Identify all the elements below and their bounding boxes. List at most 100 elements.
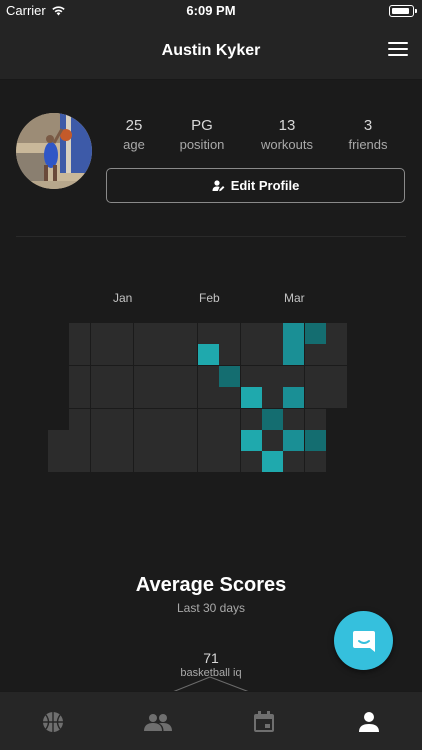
chat-button[interactable] <box>334 611 393 670</box>
heatmap-cell <box>155 430 176 451</box>
heatmap-cell <box>69 365 91 387</box>
heatmap-cell <box>112 344 134 366</box>
heatmap-cell <box>304 365 326 387</box>
heatmap-cell <box>133 451 155 473</box>
status-time: 6:09 PM <box>186 3 236 18</box>
heatmap-cell <box>155 451 176 473</box>
heatmap-cell <box>283 408 305 430</box>
tab-calendar[interactable] <box>211 692 316 750</box>
heatmap-cell <box>112 430 134 451</box>
heatmap-cell <box>90 408 112 430</box>
heatmap-cell <box>155 387 176 409</box>
stat-value: 13 <box>278 117 296 134</box>
heatmap-cell <box>262 365 283 387</box>
heatmap-cell <box>176 430 198 451</box>
heatmap-cell <box>176 323 198 344</box>
heatmap-cell <box>90 323 112 344</box>
heatmap-cell <box>219 365 241 387</box>
heatmap-cell <box>283 430 305 451</box>
tab-bar <box>0 691 422 750</box>
stat-label: friends <box>348 137 388 152</box>
tab-friends[interactable] <box>105 692 210 750</box>
heatmap-cell <box>155 408 176 430</box>
heatmap-cell <box>155 344 176 366</box>
month-label-feb: Feb <box>199 291 220 305</box>
heatmap-cell <box>304 451 326 473</box>
heatmap-cell <box>219 323 241 344</box>
heatmap-cell <box>197 365 219 387</box>
heatmap-cell <box>197 408 219 430</box>
heatmap-cell <box>262 408 283 430</box>
stat-workouts[interactable]: 13 workouts <box>261 117 313 152</box>
heatmap-cell <box>90 365 112 387</box>
stat-value: 25 <box>125 117 143 134</box>
heatmap-cell <box>176 451 198 473</box>
avatar[interactable] <box>16 113 92 189</box>
heatmap-cell <box>219 430 241 451</box>
month-label-jan: Jan <box>113 291 133 305</box>
status-bar: Carrier 6:09 PM <box>0 0 422 22</box>
heatmap-cell <box>69 408 91 430</box>
heatmap-cell <box>283 451 305 473</box>
edit-profile-button[interactable]: Edit Profile <box>106 168 405 203</box>
heatmap-cell <box>326 344 348 366</box>
profile-stats: 25 age PG position 13 workouts 3 friends <box>106 117 406 157</box>
heatmap-cell <box>133 430 155 451</box>
heatmap-cell <box>90 387 112 409</box>
average-scores-title: Average Scores <box>135 574 287 596</box>
tab-basketball[interactable] <box>0 692 105 750</box>
heatmap-cell <box>48 430 69 451</box>
activity-heatmap <box>48 323 348 473</box>
heatmap-cell <box>219 451 241 473</box>
status-right <box>389 5 417 17</box>
heatmap-cell <box>240 323 262 344</box>
stat-label: workouts <box>260 137 314 152</box>
heatmap-cell <box>69 344 91 366</box>
heatmap-cell <box>176 408 198 430</box>
heatmap-cell <box>240 430 262 451</box>
heatmap-cell <box>69 451 91 473</box>
page-title: Austin Kyker <box>161 42 261 59</box>
heatmap-cell <box>283 365 305 387</box>
heatmap-cell <box>155 365 176 387</box>
heatmap-cell <box>197 387 219 409</box>
heatmap-cell <box>304 323 326 344</box>
chat-bubble-icon <box>352 630 375 652</box>
month-label-mar: Mar <box>284 291 305 305</box>
stat-label: position <box>179 137 225 152</box>
heatmap-cell <box>197 323 219 344</box>
stat-label: age <box>123 137 145 152</box>
heatmap-cell <box>262 344 283 366</box>
hamburger-menu-icon[interactable] <box>388 42 408 58</box>
divider <box>16 236 406 237</box>
heatmap-cell <box>262 430 283 451</box>
heatmap-cell <box>240 344 262 366</box>
heatmap-cell <box>133 323 155 344</box>
heatmap-cell <box>326 323 348 344</box>
heatmap-cell <box>326 387 348 409</box>
heatmap-cell <box>326 365 348 387</box>
heatmap-cell <box>90 344 112 366</box>
calendar-icon <box>253 710 274 732</box>
heatmap-cell <box>197 344 219 366</box>
user-edit-icon <box>212 179 225 191</box>
avatar-image <box>16 113 92 189</box>
heatmap-cell <box>240 387 262 409</box>
heatmap-cell <box>112 408 134 430</box>
heatmap-cell <box>262 451 283 473</box>
heatmap-cell <box>240 451 262 473</box>
heatmap-cell <box>155 323 176 344</box>
tab-profile[interactable] <box>316 692 421 750</box>
heatmap-cell <box>304 344 326 366</box>
stat-position: PG position <box>180 117 225 152</box>
heatmap-cell <box>197 430 219 451</box>
friends-icon <box>143 713 172 731</box>
heatmap-cell <box>197 451 219 473</box>
heatmap-cell <box>112 365 134 387</box>
stat-friends[interactable]: 3 friends <box>348 117 387 152</box>
heatmap-cell <box>69 387 91 409</box>
heatmap-cell <box>133 387 155 409</box>
heatmap-cell <box>283 387 305 409</box>
heatmap-cell <box>48 451 69 473</box>
heatmap-cell <box>304 408 326 430</box>
